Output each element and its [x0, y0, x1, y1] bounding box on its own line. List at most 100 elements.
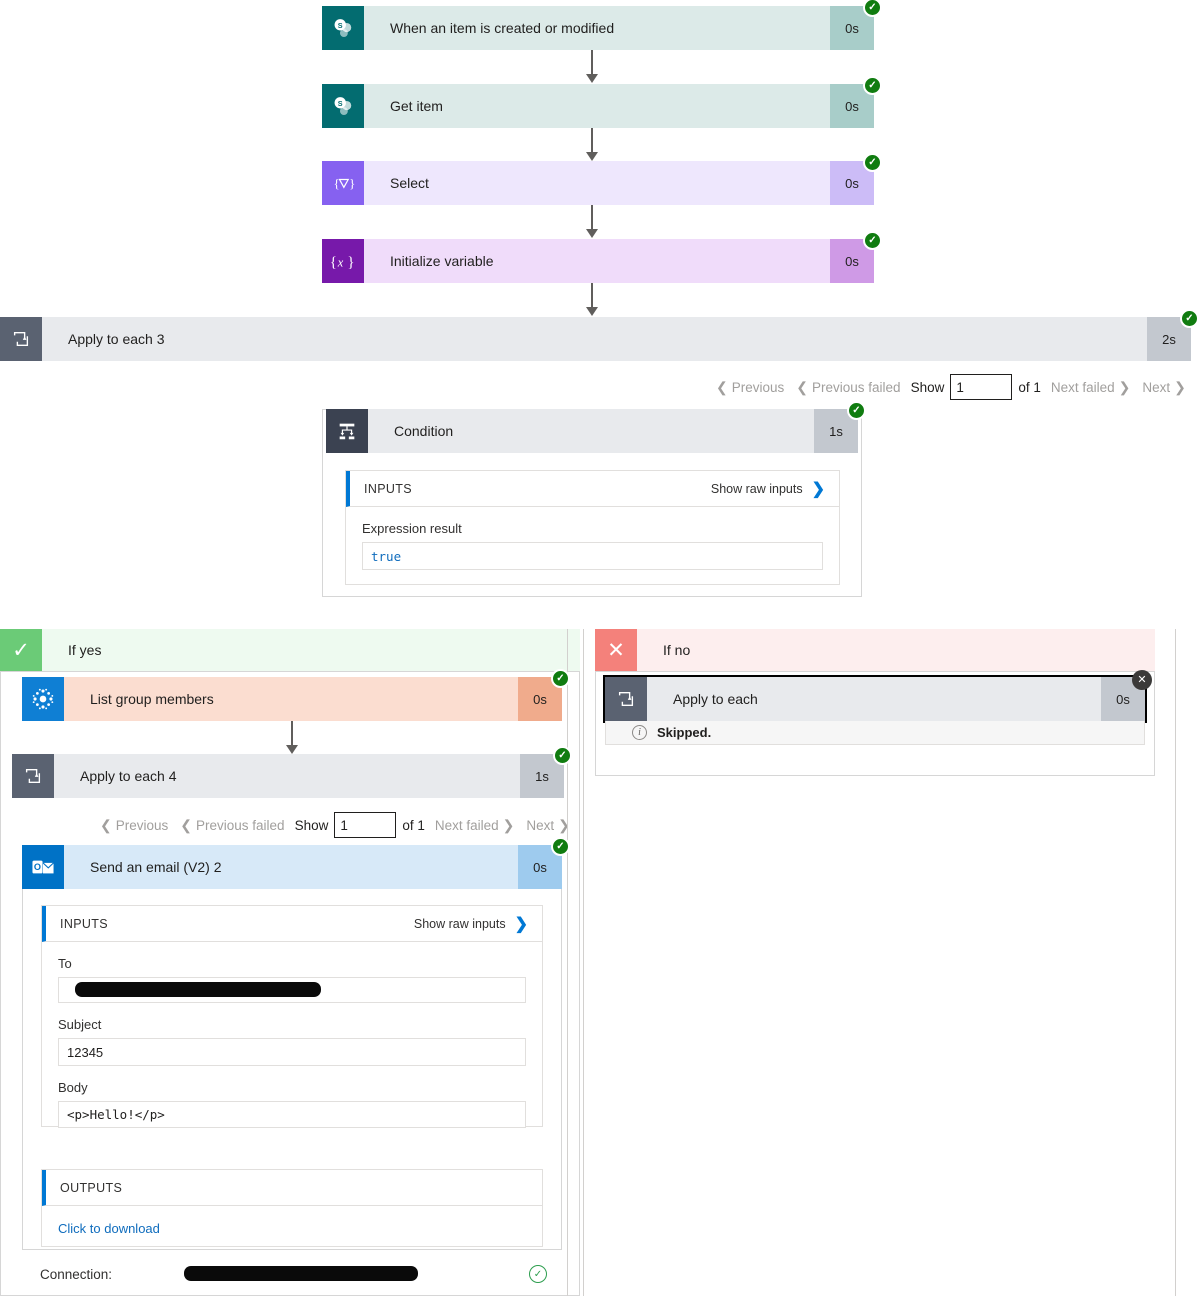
svg-text:O: O [34, 862, 41, 872]
status-badge-succeeded [551, 837, 570, 856]
connector-line [591, 50, 593, 75]
flow-run-canvas: S When an item is created or modified 0s… [0, 0, 1200, 1296]
connector-line [591, 283, 593, 308]
action-title: Condition [368, 409, 814, 453]
connector-line [591, 205, 593, 230]
action-title: Select [364, 161, 830, 205]
connector-arrow [286, 745, 298, 754]
page-total-label: of 1 [402, 817, 425, 833]
chevron-right-icon: ❯ [1174, 378, 1186, 395]
connection-footer: Connection: ✓ [40, 1265, 547, 1283]
status-badge-succeeded [863, 0, 882, 17]
body-field[interactable]: <p>Hello!</p> [58, 1101, 526, 1128]
condition-icon [326, 409, 368, 453]
next-button[interactable]: Next ❯ [1138, 379, 1190, 396]
inputs-header: INPUTS Show raw inputs ❯ [42, 906, 542, 942]
action-card-initialize-variable[interactable]: { x } Initialize variable 0s [322, 231, 882, 283]
svg-text:S: S [338, 21, 343, 30]
connection-label: Connection: [40, 1266, 113, 1282]
status-badge-succeeded [551, 669, 570, 688]
next-failed-button[interactable]: Next failed ❯ [1047, 379, 1135, 396]
azure-ad-icon [22, 677, 64, 721]
chevron-right-icon: ❯ [514, 915, 528, 933]
connector-line [291, 721, 293, 746]
page-number-input[interactable] [950, 374, 1013, 400]
show-raw-inputs-button[interactable]: Show raw inputs ❯ [414, 914, 528, 934]
outputs-header: OUTPUTS [42, 1170, 542, 1206]
branch-header-if-yes: ✓ If yes [0, 629, 580, 671]
sharepoint-icon: S [322, 84, 364, 128]
inputs-body: Expression result true [346, 507, 839, 586]
close-button[interactable]: ✕ [1132, 670, 1152, 690]
outputs-title: OUTPUTS [60, 1180, 123, 1195]
inputs-body: To Subject 12345 Body <p>Hello!</p> [42, 942, 542, 1128]
chevron-left-icon: ❮ [716, 378, 728, 395]
check-icon: ✓ [0, 629, 42, 671]
chevron-left-icon: ❮ [796, 378, 808, 395]
connector-line [591, 128, 593, 153]
chevron-right-icon: ❯ [811, 480, 825, 498]
to-label: To [58, 956, 72, 971]
chevron-left-icon: ❮ [100, 816, 112, 833]
expression-result-field[interactable]: true [362, 542, 823, 570]
select-braces-icon: { } [322, 161, 364, 205]
body-label: Body [58, 1080, 88, 1095]
svg-text:{: { [333, 175, 339, 190]
page-total-label: of 1 [1018, 379, 1041, 395]
variable-braces-icon: { x } [322, 239, 364, 283]
page-number-input[interactable] [334, 812, 397, 838]
chevron-left-icon: ❮ [180, 816, 192, 833]
scope-card-apply-to-each-skipped[interactable]: Apply to each 0s [603, 675, 1147, 723]
connection-value-wrap [118, 1266, 419, 1282]
connector-arrow [586, 307, 598, 316]
show-label: Show [910, 379, 945, 395]
scope-card-apply-to-each-3[interactable]: Apply to each 3 2s [0, 309, 1199, 361]
to-field[interactable] [58, 977, 526, 1003]
next-failed-button[interactable]: Next failed ❯ [431, 817, 519, 834]
subject-field[interactable]: 12345 [58, 1038, 526, 1066]
action-card-send-email[interactable]: O Send an email (V2) 2 0s [22, 837, 570, 889]
action-card-select[interactable]: { } Select 0s [322, 153, 882, 205]
action-card-get-item[interactable]: S Get item 0s [322, 76, 882, 128]
svg-text:}: } [347, 254, 354, 270]
previous-button[interactable]: ❮ Previous [96, 817, 172, 834]
action-title: Apply to each 4 [54, 754, 520, 798]
click-to-download-link[interactable]: Click to download [58, 1221, 160, 1236]
layout-divider [583, 629, 584, 1296]
status-badge-succeeded [863, 76, 882, 95]
connector-arrow [586, 74, 598, 83]
action-card-trigger[interactable]: S When an item is created or modified 0s [322, 0, 882, 50]
show-raw-inputs-button[interactable]: Show raw inputs ❯ [711, 479, 825, 499]
pagination-apply-to-each-4[interactable]: ❮ Previous ❮ Previous failed Show of 1 N… [96, 812, 574, 838]
action-card-list-group-members[interactable]: List group members 0s [22, 669, 570, 721]
outputs-body: Click to download [42, 1206, 542, 1250]
connection-status-icon: ✓ [529, 1265, 547, 1283]
svg-text:S: S [338, 99, 343, 108]
expression-result-value: true [371, 548, 402, 564]
pagination-apply-to-each-3[interactable]: ❮ Previous ❮ Previous failed Show of 1 N… [712, 374, 1190, 400]
action-title: When an item is created or modified [364, 6, 830, 50]
subject-label: Subject [58, 1017, 102, 1032]
chevron-right-icon: ❯ [1118, 378, 1131, 395]
skipped-label: Skipped. [657, 725, 712, 740]
status-badge-succeeded [1180, 309, 1199, 328]
status-badge-succeeded [863, 153, 882, 172]
scope-card-apply-to-each-4[interactable]: Apply to each 4 1s [12, 746, 572, 798]
status-badge-succeeded [847, 401, 866, 420]
email-outputs-box: OUTPUTS Click to download [41, 1169, 543, 1247]
loop-icon [0, 317, 42, 361]
previous-failed-button[interactable]: ❮ Previous failed [176, 817, 288, 834]
previous-failed-button[interactable]: ❮ Previous failed [792, 379, 904, 396]
previous-button[interactable]: ❮ Previous [712, 379, 788, 396]
connector-arrow [586, 152, 598, 161]
branch-header-if-no: ✕ If no [595, 629, 1155, 671]
action-title: Apply to each [647, 677, 1101, 721]
email-inputs-box: INPUTS Show raw inputs ❯ To Subject 1234… [41, 905, 543, 1128]
outlook-icon: O [22, 845, 64, 889]
action-title: List group members [64, 677, 518, 721]
action-card-condition[interactable]: Condition 1s [326, 401, 866, 453]
condition-inputs-box: INPUTS Show raw inputs ❯ Expression resu… [345, 470, 840, 585]
status-badge-succeeded [553, 746, 572, 765]
inputs-title: INPUTS [364, 481, 412, 496]
skipped-status-row: i Skipped. [605, 721, 1145, 745]
